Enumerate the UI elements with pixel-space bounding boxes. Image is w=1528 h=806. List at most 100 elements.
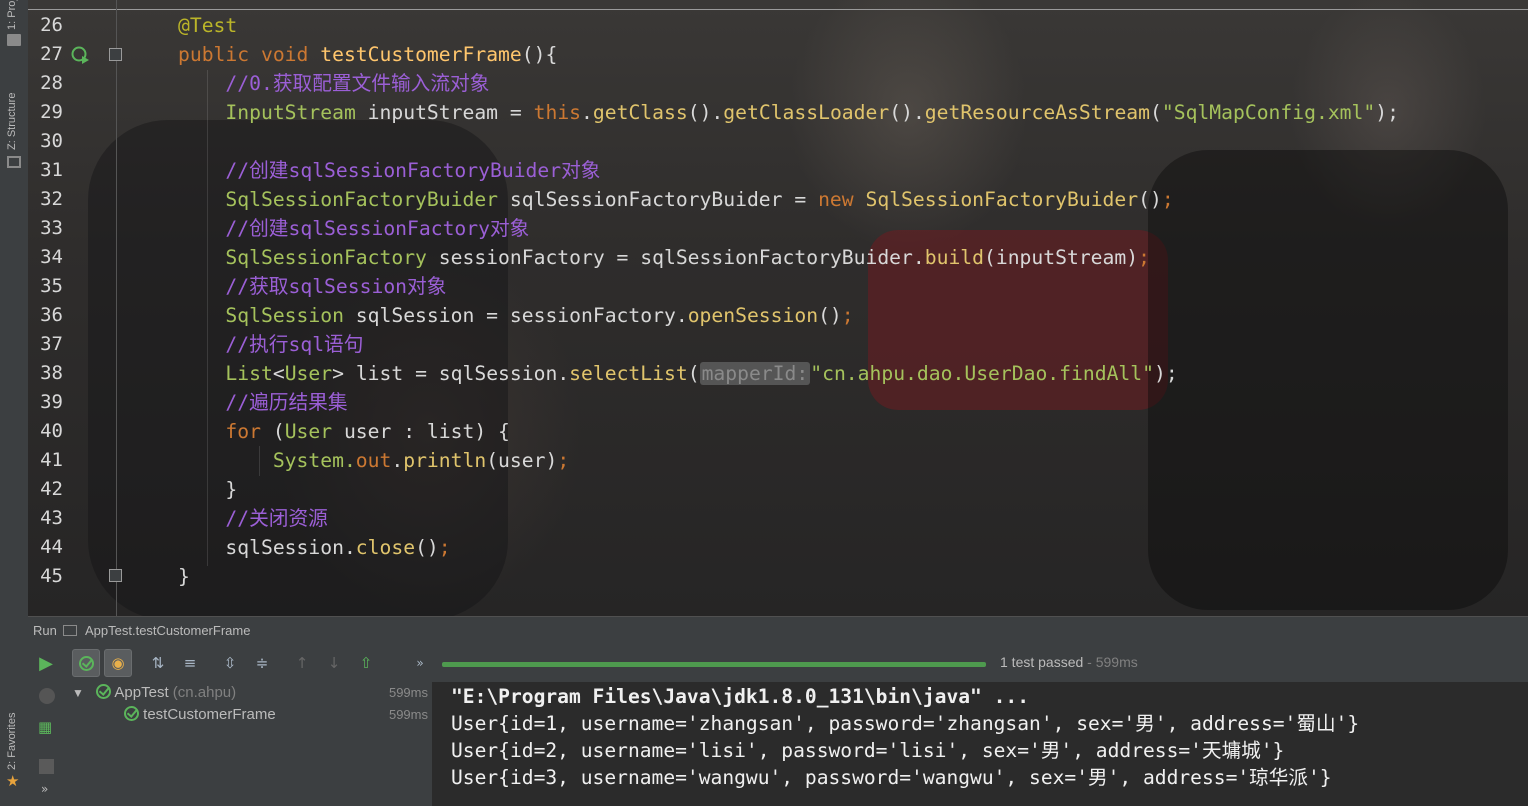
code-token: List bbox=[178, 362, 273, 385]
fold-icon[interactable] bbox=[109, 569, 122, 582]
more-icon[interactable]: » bbox=[41, 782, 48, 796]
test-duration: 599ms bbox=[388, 707, 428, 722]
test-history-icon[interactable]: ▦ bbox=[38, 718, 52, 736]
star-icon: ★ bbox=[6, 772, 20, 790]
code-token: //获取sqlSession对象 bbox=[178, 275, 447, 298]
code-token: user : list) { bbox=[343, 420, 510, 443]
run-config-name[interactable]: AppTest.testCustomerFrame bbox=[85, 623, 250, 638]
code-line: @Test bbox=[178, 11, 237, 40]
code-token: > list = sqlSession. bbox=[332, 362, 570, 385]
more-actions-icon[interactable]: » bbox=[406, 649, 434, 677]
run-test-icon[interactable] bbox=[70, 45, 90, 65]
tab-favorites[interactable]: 2: Favorites bbox=[6, 713, 18, 770]
code-token: //创建sqlSessionFactory对象 bbox=[178, 217, 530, 240]
code-token: getResourceAsStream bbox=[924, 101, 1151, 124]
code-token: new bbox=[818, 188, 866, 211]
code-line: System.out.println(user); bbox=[178, 446, 569, 475]
show-ignored-icon[interactable]: ◉ bbox=[104, 649, 132, 677]
tab-project[interactable]: 1: Project bbox=[6, 0, 18, 30]
console-line: User{id=1, username='zhangsan', password… bbox=[451, 712, 1360, 735]
sort-duration-icon[interactable]: ≡ bbox=[176, 649, 204, 677]
background-photo-figure bbox=[1148, 150, 1508, 610]
rerun-icon[interactable]: ▶ bbox=[32, 649, 60, 677]
code-token: testCustomerFrame bbox=[320, 43, 522, 66]
line-number: 37 bbox=[40, 333, 63, 355]
code-token: ; bbox=[1138, 246, 1150, 269]
test-progress-bar bbox=[442, 662, 986, 667]
code-token: out bbox=[355, 449, 392, 472]
tree-row-suite[interactable]: ▼ AppTest (cn.ahpu) bbox=[72, 682, 236, 704]
show-passed-icon[interactable] bbox=[72, 649, 100, 677]
suite-name: AppTest bbox=[114, 684, 169, 701]
line-number: 40 bbox=[40, 420, 63, 442]
code-line: //执行sql语句 bbox=[178, 330, 363, 359]
line-number: 32 bbox=[40, 188, 63, 210]
code-line: public void testCustomerFrame(){ bbox=[178, 40, 557, 69]
run-panel-title[interactable]: Run bbox=[33, 623, 57, 638]
code-line: List<User> list = sqlSession.selectList(… bbox=[178, 359, 1178, 388]
code-editor[interactable]: 26 27 28 29 30 31 32 33 34 35 36 37 38 39 40 41 42 43 44 45… bbox=[28, 0, 1528, 616]
line-number: 45 bbox=[40, 565, 63, 587]
code-token: ; bbox=[438, 536, 451, 559]
line-number: 31 bbox=[40, 159, 63, 181]
code-token: //遍历结果集 bbox=[178, 391, 348, 414]
code-token: "cn.ahpu.dao.UserDao.findAll" bbox=[810, 362, 1154, 385]
code-token: //创建sqlSessionFactoryBuider对象 bbox=[178, 159, 601, 182]
prev-failed-icon[interactable]: ↑ bbox=[288, 649, 316, 677]
code-token: openSession bbox=[687, 304, 819, 327]
tab-structure[interactable]: Z: Structure bbox=[6, 93, 18, 150]
test-status-text: 1 test passed bbox=[1000, 654, 1084, 670]
fold-icon[interactable] bbox=[109, 48, 122, 61]
code-token: getClassLoader bbox=[723, 101, 890, 124]
code-token: SqlSessionFactoryBuider bbox=[865, 188, 1139, 211]
code-token: User bbox=[284, 420, 344, 443]
line-number: 42 bbox=[40, 478, 63, 500]
code-token: ; bbox=[841, 304, 854, 327]
code-token: build bbox=[924, 246, 984, 269]
next-failed-icon[interactable]: ↓ bbox=[320, 649, 348, 677]
code-token: (){ bbox=[521, 43, 558, 66]
test-status: 1 test passed - 599ms bbox=[1000, 654, 1138, 670]
code-token: this bbox=[533, 101, 582, 124]
chevron-down-icon[interactable]: ▼ bbox=[72, 686, 84, 700]
code-line: SqlSession sqlSession = sessionFactory.o… bbox=[178, 301, 854, 330]
code-token: //执行sql语句 bbox=[178, 333, 364, 356]
code-line: //获取sqlSession对象 bbox=[178, 272, 446, 301]
run-panel-header: Run AppTest.testCustomerFrame bbox=[28, 616, 1528, 644]
code-token: . bbox=[581, 101, 593, 124]
export-icon[interactable]: ⇧ bbox=[352, 649, 380, 677]
code-token: InputStream bbox=[178, 101, 368, 124]
run-toolbar: ▶ ◉ ⇅ ≡ ⇳ ≑ ↑ ↓ ⇧ » 1 test passed - 599m… bbox=[28, 644, 1528, 682]
code-token: sqlSession. bbox=[178, 536, 356, 559]
code-line: //关闭资源 bbox=[178, 504, 328, 533]
line-number: 39 bbox=[40, 391, 63, 413]
code-token: //0.获取配置文件输入流对象 bbox=[178, 72, 490, 95]
code-token: //关闭资源 bbox=[178, 507, 328, 530]
collapse-all-icon[interactable]: ≑ bbox=[248, 649, 276, 677]
code-token: ( bbox=[687, 362, 700, 385]
code-token: (inputStream) bbox=[984, 246, 1139, 269]
line-number: 33 bbox=[40, 217, 63, 239]
code-line: //创建sqlSessionFactory对象 bbox=[178, 214, 529, 243]
code-line: SqlSessionFactoryBuider sqlSessionFactor… bbox=[178, 185, 1173, 214]
line-number: 36 bbox=[40, 304, 63, 326]
console-output[interactable]: "E:\Program Files\Java\jdk1.8.0_131\bin\… bbox=[432, 682, 1528, 806]
code-token: public void bbox=[178, 43, 321, 66]
code-token: for bbox=[178, 420, 273, 443]
code-token: (). bbox=[889, 101, 925, 124]
camera-icon[interactable] bbox=[39, 688, 55, 704]
code-token: () bbox=[818, 304, 842, 327]
code-token: < bbox=[272, 362, 285, 385]
line-number: 27 bbox=[40, 43, 63, 65]
structure-icon bbox=[7, 156, 21, 168]
code-line: InputStream inputStream = this.getClass(… bbox=[178, 98, 1399, 127]
code-line: //遍历结果集 bbox=[178, 388, 348, 417]
code-token: close bbox=[355, 536, 416, 559]
config-icon bbox=[63, 625, 77, 636]
line-number: 28 bbox=[40, 72, 63, 94]
code-line: //创建sqlSessionFactoryBuider对象 bbox=[178, 156, 600, 185]
stop-icon[interactable] bbox=[39, 759, 54, 774]
tree-row-test[interactable]: testCustomerFrame bbox=[124, 704, 276, 726]
sort-alpha-icon[interactable]: ⇅ bbox=[144, 649, 172, 677]
expand-all-icon[interactable]: ⇳ bbox=[216, 649, 244, 677]
